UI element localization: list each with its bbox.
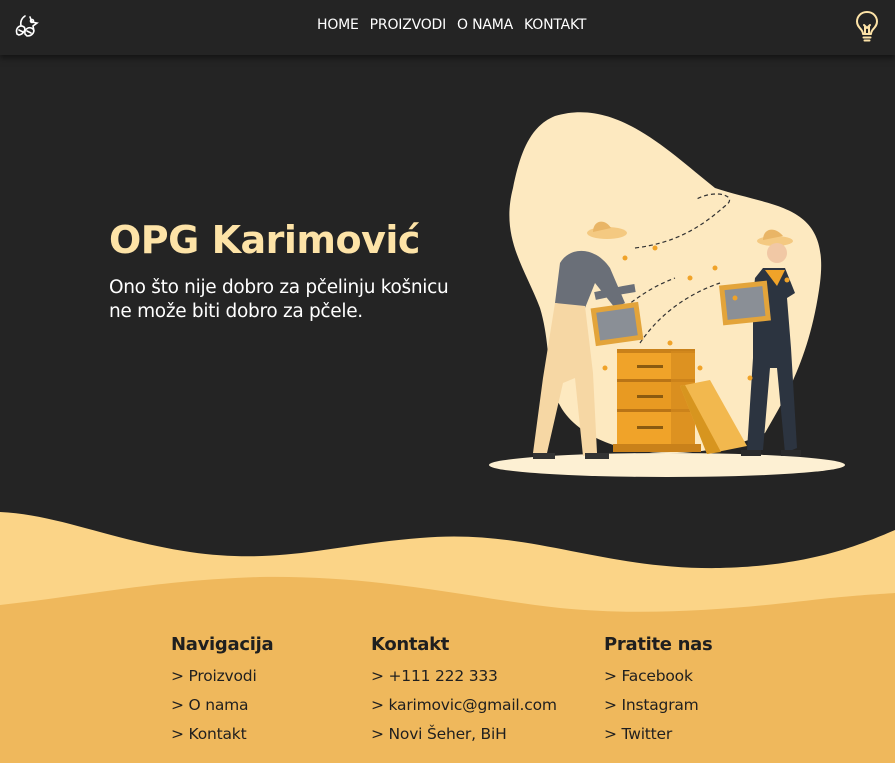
footer-email[interactable]: > karimovic@gmail.com <box>371 691 557 720</box>
footer-social: Pratite nas > Facebook > Instagram > Twi… <box>604 634 713 749</box>
footer-contact-heading: Kontakt <box>371 634 450 655</box>
footer-phone[interactable]: > +111 222 333 <box>371 662 557 691</box>
main-navigation: HOME PROIZVODI O NAMA KONTAKT <box>317 17 586 33</box>
nav-kontakt[interactable]: KONTAKT <box>524 17 586 33</box>
hero-subtitle-line1: Ono što nije dobro za pčelinju košnicu <box>109 277 449 298</box>
footer-social-heading: Pratite nas <box>604 634 713 655</box>
hero-subtitle: Ono što nije dobro za pčelinju košnicu n… <box>109 276 489 324</box>
nav-proizvodi[interactable]: PROIZVODI <box>370 17 447 33</box>
footer-contact: Kontakt > +111 222 333 > karimovic@gmail… <box>371 634 557 749</box>
right-honey-frame <box>719 280 771 326</box>
left-honey-frame <box>590 301 644 347</box>
footer-link-twitter[interactable]: > Twitter <box>604 720 712 749</box>
nav-o-nama[interactable]: O NAMA <box>457 17 513 33</box>
footer-link-instagram[interactable]: > Instagram <box>604 691 712 720</box>
footer-link-facebook[interactable]: > Facebook <box>604 662 712 691</box>
bee-flower-icon[interactable] <box>12 12 40 40</box>
footer-navigation: Navigacija > Proizvodi > O nama > Kontak… <box>171 634 274 749</box>
footer-navigation-heading: Navigacija <box>171 634 274 655</box>
footer-link-o-nama[interactable]: > O nama <box>171 691 273 720</box>
lightbulb-icon[interactable] <box>854 10 880 42</box>
footer-link-proizvodi[interactable]: > Proizvodi <box>171 662 273 691</box>
footer-link-kontakt[interactable]: > Kontakt <box>171 720 273 749</box>
hero-title: OPG Karimović <box>109 218 420 262</box>
beekeepers-illustration <box>489 112 845 477</box>
footer-address: > Novi Šeher, BiH <box>371 725 507 743</box>
navbar: HOME PROIZVODI O NAMA KONTAKT <box>0 0 895 55</box>
nav-home[interactable]: HOME <box>317 17 359 33</box>
hero-subtitle-line2: ne može biti dobro za pčele. <box>109 301 363 322</box>
